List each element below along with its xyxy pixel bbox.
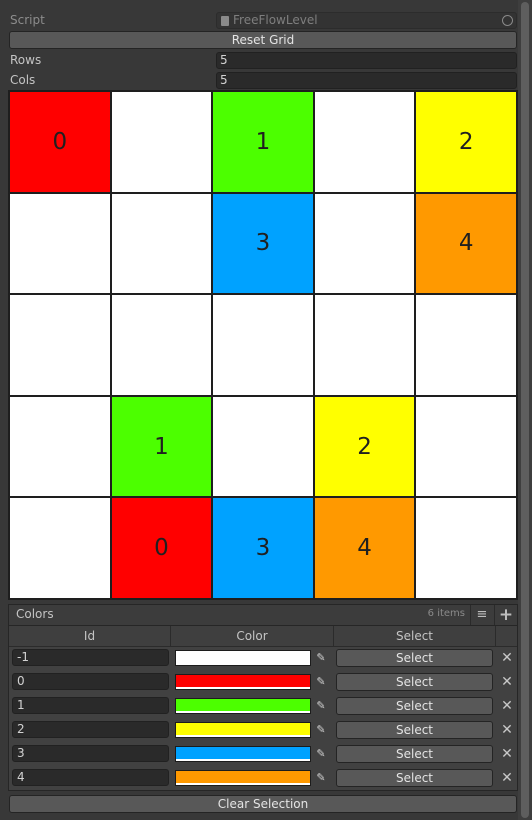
alpha-bar	[176, 759, 310, 761]
grid-cell[interactable]: 2	[314, 396, 415, 497]
column-header-color: Color	[171, 626, 334, 647]
grid-cell[interactable]	[111, 92, 212, 192]
color-fill	[176, 699, 310, 711]
grid-cell[interactable]	[111, 193, 212, 294]
alpha-bar	[176, 711, 310, 713]
color-swatch[interactable]	[175, 650, 311, 666]
remove-x-icon[interactable]: ✕	[499, 697, 515, 715]
remove-x-icon[interactable]: ✕	[499, 721, 515, 739]
id-field[interactable]: -1	[12, 649, 169, 666]
color-swatch[interactable]	[175, 698, 311, 714]
remove-x-icon[interactable]: ✕	[499, 769, 515, 787]
grid-cell[interactable]: 0	[10, 92, 110, 192]
scrollbar-thumb[interactable]	[521, 2, 529, 818]
colors-table: Id Color Select -1 ✎ Select ✕ 0 ✎ Select…	[8, 625, 518, 791]
select-button[interactable]: Select	[336, 697, 493, 715]
color-fill	[176, 675, 310, 687]
select-button[interactable]: Select	[336, 769, 493, 787]
select-button[interactable]: Select	[336, 721, 493, 739]
grid-cell[interactable]: 1	[213, 92, 313, 192]
script-value: FreeFlowLevel	[233, 13, 318, 27]
grid-cell[interactable]	[10, 295, 110, 395]
colors-list-title: Colors	[16, 607, 54, 621]
eyedropper-icon[interactable]: ✎	[314, 770, 328, 786]
grid-cell[interactable]	[213, 295, 313, 395]
eyedropper-icon[interactable]: ✎	[314, 722, 328, 738]
table-row: 3 ✎ Select ✕	[9, 743, 517, 767]
grid-cell[interactable]	[314, 193, 415, 294]
grid-cell[interactable]	[314, 92, 415, 192]
rows-label: Rows	[10, 53, 42, 67]
id-field[interactable]: 4	[12, 769, 169, 786]
grid-cell[interactable]	[416, 295, 516, 395]
script-file-icon	[221, 16, 229, 26]
grid-cell[interactable]: 3	[213, 498, 313, 598]
script-label: Script	[10, 13, 45, 27]
grid-cell[interactable]	[416, 498, 516, 598]
remove-x-icon[interactable]: ✕	[499, 745, 515, 763]
alpha-bar	[176, 663, 310, 665]
grid-cell[interactable]: 1	[111, 396, 212, 497]
color-fill	[176, 651, 310, 663]
select-button[interactable]: Select	[336, 649, 493, 667]
table-row: 4 ✎ Select ✕	[9, 767, 517, 791]
alpha-bar	[176, 783, 310, 785]
select-button[interactable]: Select	[336, 673, 493, 691]
grid-cell[interactable]	[314, 295, 415, 395]
grid-cell[interactable]	[10, 498, 110, 598]
table-row: 2 ✎ Select ✕	[9, 719, 517, 743]
color-fill	[176, 771, 310, 783]
grid-cell[interactable]	[10, 396, 110, 497]
grid-cell[interactable]	[10, 193, 110, 294]
color-swatch[interactable]	[175, 770, 311, 786]
column-header-remove	[496, 626, 517, 647]
grid-cell[interactable]: 2	[416, 92, 516, 192]
remove-x-icon[interactable]: ✕	[499, 649, 515, 667]
rows-field[interactable]: 5	[216, 52, 517, 69]
color-swatch[interactable]	[175, 746, 311, 762]
select-button[interactable]: Select	[336, 745, 493, 763]
grid-cell[interactable]: 3	[213, 193, 313, 294]
grid-cell[interactable]: 0	[111, 498, 212, 598]
cols-label: Cols	[10, 73, 36, 87]
eyedropper-icon[interactable]: ✎	[314, 650, 328, 666]
table-row: 1 ✎ Select ✕	[9, 695, 517, 719]
list-menu-icon[interactable]: ≡	[470, 605, 493, 625]
cols-field[interactable]: 5	[216, 72, 517, 89]
inspector-scrollbar[interactable]	[518, 0, 532, 820]
color-swatch[interactable]	[175, 722, 311, 738]
table-row: -1 ✎ Select ✕	[9, 647, 517, 671]
clear-selection-button[interactable]: Clear Selection	[9, 795, 517, 813]
object-picker-icon[interactable]	[502, 15, 513, 26]
alpha-bar	[176, 735, 310, 737]
id-field[interactable]: 1	[12, 697, 169, 714]
grid-cell[interactable]	[416, 396, 516, 497]
grid-cell[interactable]: 4	[314, 498, 415, 598]
id-field[interactable]: 2	[12, 721, 169, 738]
id-field[interactable]: 0	[12, 673, 169, 690]
colors-list-header: Colors 6 items ≡ +	[8, 604, 518, 625]
eyedropper-icon[interactable]: ✎	[314, 674, 328, 690]
alpha-bar	[176, 687, 310, 689]
table-row: 0 ✎ Select ✕	[9, 671, 517, 695]
level-grid: 0123412034	[8, 90, 518, 600]
script-field: FreeFlowLevel	[216, 12, 517, 29]
column-header-select: Select	[334, 626, 496, 647]
grid-cell[interactable]: 4	[416, 193, 516, 294]
remove-x-icon[interactable]: ✕	[499, 673, 515, 691]
grid-cell[interactable]	[111, 295, 212, 395]
color-fill	[176, 747, 310, 759]
column-header-id: Id	[9, 626, 171, 647]
colors-item-count: 6 items	[427, 608, 465, 619]
reset-grid-button[interactable]: Reset Grid	[9, 31, 517, 49]
color-fill	[176, 723, 310, 735]
grid-cell[interactable]	[213, 396, 313, 497]
eyedropper-icon[interactable]: ✎	[314, 698, 328, 714]
color-swatch[interactable]	[175, 674, 311, 690]
plus-icon[interactable]: +	[494, 605, 517, 625]
id-field[interactable]: 3	[12, 745, 169, 762]
eyedropper-icon[interactable]: ✎	[314, 746, 328, 762]
